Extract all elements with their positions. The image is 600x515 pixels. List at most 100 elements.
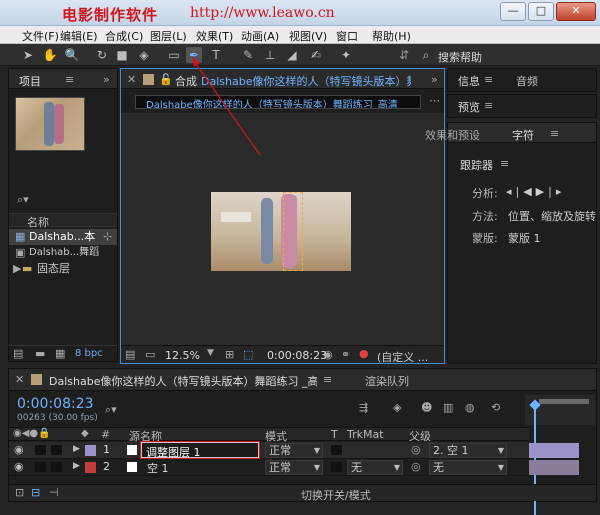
solo-switch[interactable] [51,462,62,472]
puppet-icon[interactable]: ✦ [338,47,354,63]
pick-whip-icon[interactable]: ◎ [411,443,421,456]
preserve-transparency-switch[interactable] [331,462,342,472]
tab-audio[interactable]: 音频 [516,73,538,89]
close-tab-icon[interactable]: ✕ [127,73,136,86]
video-frame[interactable] [211,192,351,271]
maximize-button[interactable]: □ [528,2,554,21]
av-switch-icons[interactable]: ◉◀●🔒 [13,428,51,439]
panel-menu-icon[interactable]: ≡ [484,99,493,112]
layer-label-color[interactable] [85,462,96,473]
video-visibility-icon[interactable]: ◉ [14,443,24,456]
region-of-interest-icon[interactable]: ⬚ [243,348,253,361]
column-number[interactable]: # [101,428,110,441]
comp-breadcrumb[interactable]: Dalshabe像你这样的人（特写镜头版本）舞蹈练习_高清 [135,95,421,109]
tab-effects-presets[interactable]: 效果和预设 [418,127,480,143]
layer-mode-dropdown[interactable]: 正常 [265,460,323,475]
graph-editor-icon[interactable]: ⟲ [491,401,500,414]
tab-project[interactable]: 项目 [19,73,41,89]
layer-parent-dropdown[interactable]: 无 [429,460,507,475]
switch-mode-label[interactable]: 切换开关/模式 [301,487,371,503]
panel-menu-icon[interactable]: ≡ [500,157,509,170]
layer-name-field[interactable]: 调整图层 1 [141,442,259,459]
project-item-folder[interactable]: ▶ ▬ 固态层 [9,261,117,277]
channel-icon[interactable]: ● [359,347,369,360]
search-help-input[interactable]: 搜索帮助 [438,49,482,65]
column-name[interactable]: 名称 [27,214,49,230]
audio-switch[interactable] [35,445,46,455]
close-button[interactable]: ✕ [556,2,596,21]
analyze-controls[interactable]: ◂|◀▶|▸ [506,185,565,198]
zoom-icon[interactable]: 🔍 [64,47,80,63]
panel-menu-icon[interactable]: ≡ [484,73,493,86]
camera-icon[interactable]: ■ [114,47,130,63]
show-snapshot-icon[interactable]: ⚭ [341,348,350,361]
comp-menu-icon[interactable]: ⋯ [429,94,440,107]
expand-icon[interactable]: » [431,73,438,86]
menu-help[interactable]: 帮助(H) [372,28,411,44]
comp-timecode[interactable]: 0:00:08:23 [267,349,327,362]
grid-icon[interactable]: ⊞ [225,348,234,361]
tracking-mask-outline[interactable] [283,192,303,271]
preserve-transparency-switch[interactable] [331,445,342,455]
solo-switch[interactable] [51,445,62,455]
expand-icon[interactable]: » [103,73,110,86]
panel-menu-icon[interactable]: ≡ [550,127,559,140]
expand-layer-icon[interactable]: ▶ [73,444,80,454]
monitor-icon[interactable]: ▭ [145,348,155,361]
layer-row[interactable]: ◉ ▶ 1 调整图层 1 正常 ◎ 2. 空 1 [9,442,529,459]
snapshot-icon[interactable]: ◉ [323,348,333,361]
layer-name-label[interactable]: 空 1 [147,460,169,476]
time-ruler[interactable] [525,395,595,515]
menu-animation[interactable]: 动画(A) [241,28,279,44]
label-column-icon[interactable]: ◆ [81,428,89,439]
rotate-icon[interactable]: ↻ [94,47,110,63]
layer-label-color[interactable] [85,445,96,456]
layer-trkmat-dropdown[interactable]: 无 [347,460,403,475]
expand-layer-icon[interactable]: ▶ [73,461,80,471]
frame-blending-icon[interactable]: ▥ [443,401,453,414]
new-comp-icon[interactable]: ▦ [55,347,65,360]
project-search-icon[interactable]: ⌕▾ [17,193,29,207]
layer-bar-2[interactable] [529,460,579,475]
comp-viewer[interactable] [121,113,444,345]
method-value[interactable]: 位置、缩放及旋转 [508,208,596,224]
timeline-timecode[interactable]: 0:00:08:23 [17,396,94,412]
close-tab-icon[interactable]: ✕ [15,373,24,386]
interpret-footage-icon[interactable]: ▤ [13,347,23,360]
project-item-footage[interactable]: ▣ Dalshab...舞蹈 [9,245,117,261]
layer-bar-1[interactable] [529,443,579,458]
menu-view[interactable]: 视图(V) [289,28,327,44]
draft-3d-icon[interactable]: ◈ [393,401,401,414]
zoom-dropdown-icon[interactable]: ▼ [207,348,214,358]
roto-brush-icon[interactable]: ✍ [308,47,324,63]
shy-icon[interactable]: ☻ [421,401,432,414]
layer-row[interactable]: ◉ ▶ 2 空 1 正常 无 ◎ 无 [9,459,529,476]
always-preview-icon[interactable]: ▤ [125,348,135,361]
timeline-search-icon[interactable]: ⌕▾ [105,403,117,417]
mask-value[interactable]: 蒙版 1 [508,230,541,246]
audio-switch[interactable] [35,462,46,472]
menu-layer[interactable]: 图层(L) [150,28,187,44]
lock-icon[interactable]: 🔓 [159,73,173,86]
selection-icon[interactable]: ➤ [20,47,36,63]
tab-preview[interactable]: 预览 [458,99,480,115]
bit-depth-label[interactable]: 8 bpc [75,348,103,359]
comp-mini-flowchart-icon[interactable]: ⇶ [359,401,368,414]
menu-file[interactable]: 文件(F) [22,28,59,44]
workspace-icon[interactable]: ⇵ [396,47,412,63]
menu-edit[interactable]: 编辑(E) [60,28,98,44]
zoom-level[interactable]: 12.5% [165,349,200,362]
panel-menu-icon[interactable]: ≡ [65,73,74,86]
video-visibility-icon[interactable]: ◉ [14,460,24,473]
tab-timeline[interactable]: Dalshabe像你这样的人（特写镜头版本）舞蹈练习 _高清 [49,373,317,389]
toggle-modes-icon[interactable]: ⊟ [31,486,40,499]
toggle-in-out-icon[interactable]: ⊣ [49,486,59,499]
column-trkmat[interactable]: TrkMat [347,428,384,441]
column-t[interactable]: T [331,428,338,441]
pick-whip-icon[interactable]: ◎ [411,460,421,473]
layer-parent-dropdown[interactable]: 2. 空 1 [429,443,507,458]
view-layout[interactable]: (自定义 ... [377,349,428,365]
toggle-switches-icon[interactable]: ⊡ [15,486,24,499]
minimize-button[interactable]: — [500,2,526,21]
project-item-comp[interactable]: ▦ Dalshab...本 ⊹ [9,229,117,245]
